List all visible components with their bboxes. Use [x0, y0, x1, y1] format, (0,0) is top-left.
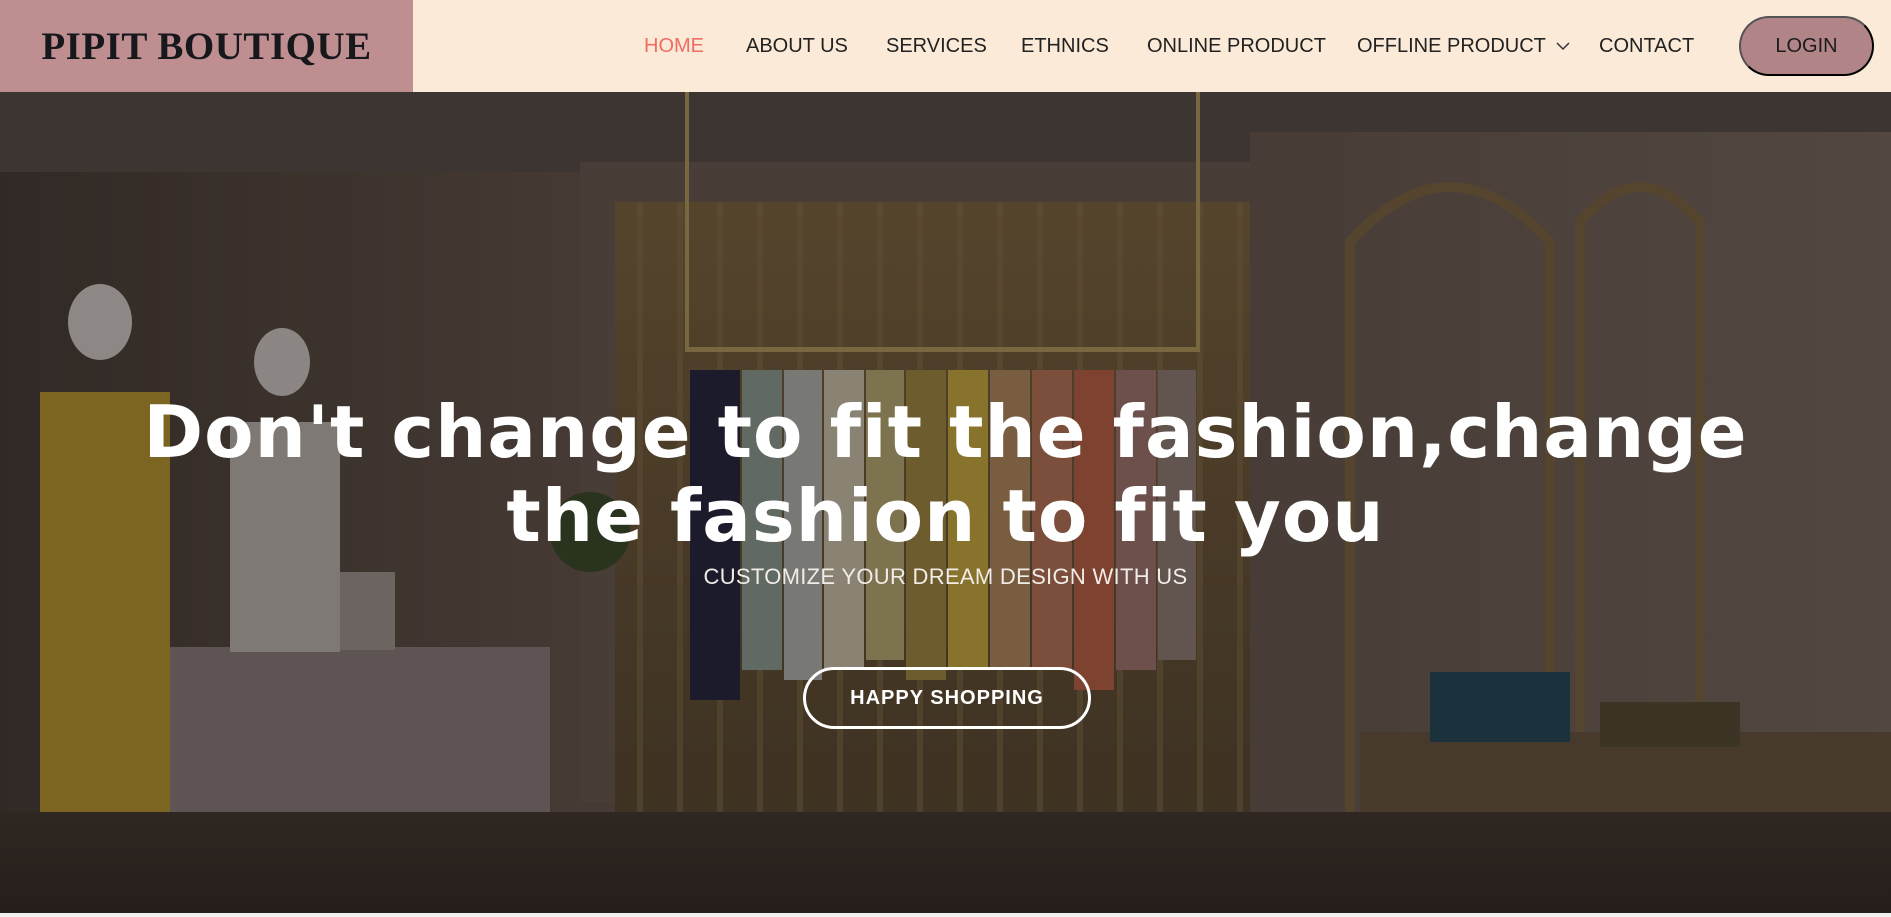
- hero-subheading: CUSTOMIZE YOUR DREAM DESIGN WITH US: [703, 564, 1188, 589]
- nav-link-services[interactable]: SERVICES: [886, 0, 987, 92]
- hero-banner: Don't change to fit the fashion,change t…: [0, 92, 1891, 913]
- nav-link-ethnics[interactable]: ETHNICS: [1021, 0, 1109, 92]
- chevron-down-icon: [1556, 42, 1570, 51]
- nav-dropdown-offline-product[interactable]: OFFLINE PRODUCT: [1357, 0, 1570, 92]
- nav-link-home[interactable]: HOME: [644, 0, 704, 92]
- hero-heading: Don't change to fit the fashion,change t…: [143, 390, 1748, 558]
- nav-link-contact[interactable]: CONTACT: [1599, 0, 1694, 92]
- nav-link-about-us[interactable]: ABOUT US: [746, 0, 848, 92]
- main-nav: HOME ABOUT US SERVICES ETHNICS ONLINE PR…: [0, 0, 1891, 92]
- nav-dropdown-label: OFFLINE PRODUCT: [1357, 34, 1546, 57]
- top-navbar: PIPIT BOUTIQUE HOME ABOUT US SERVICES ET…: [0, 0, 1891, 92]
- nav-link-online-product[interactable]: ONLINE PRODUCT: [1147, 0, 1326, 92]
- login-button[interactable]: LOGIN: [1739, 16, 1874, 76]
- happy-shopping-button[interactable]: HAPPY SHOPPING: [803, 667, 1091, 729]
- page-bottom-edge: [0, 913, 1891, 917]
